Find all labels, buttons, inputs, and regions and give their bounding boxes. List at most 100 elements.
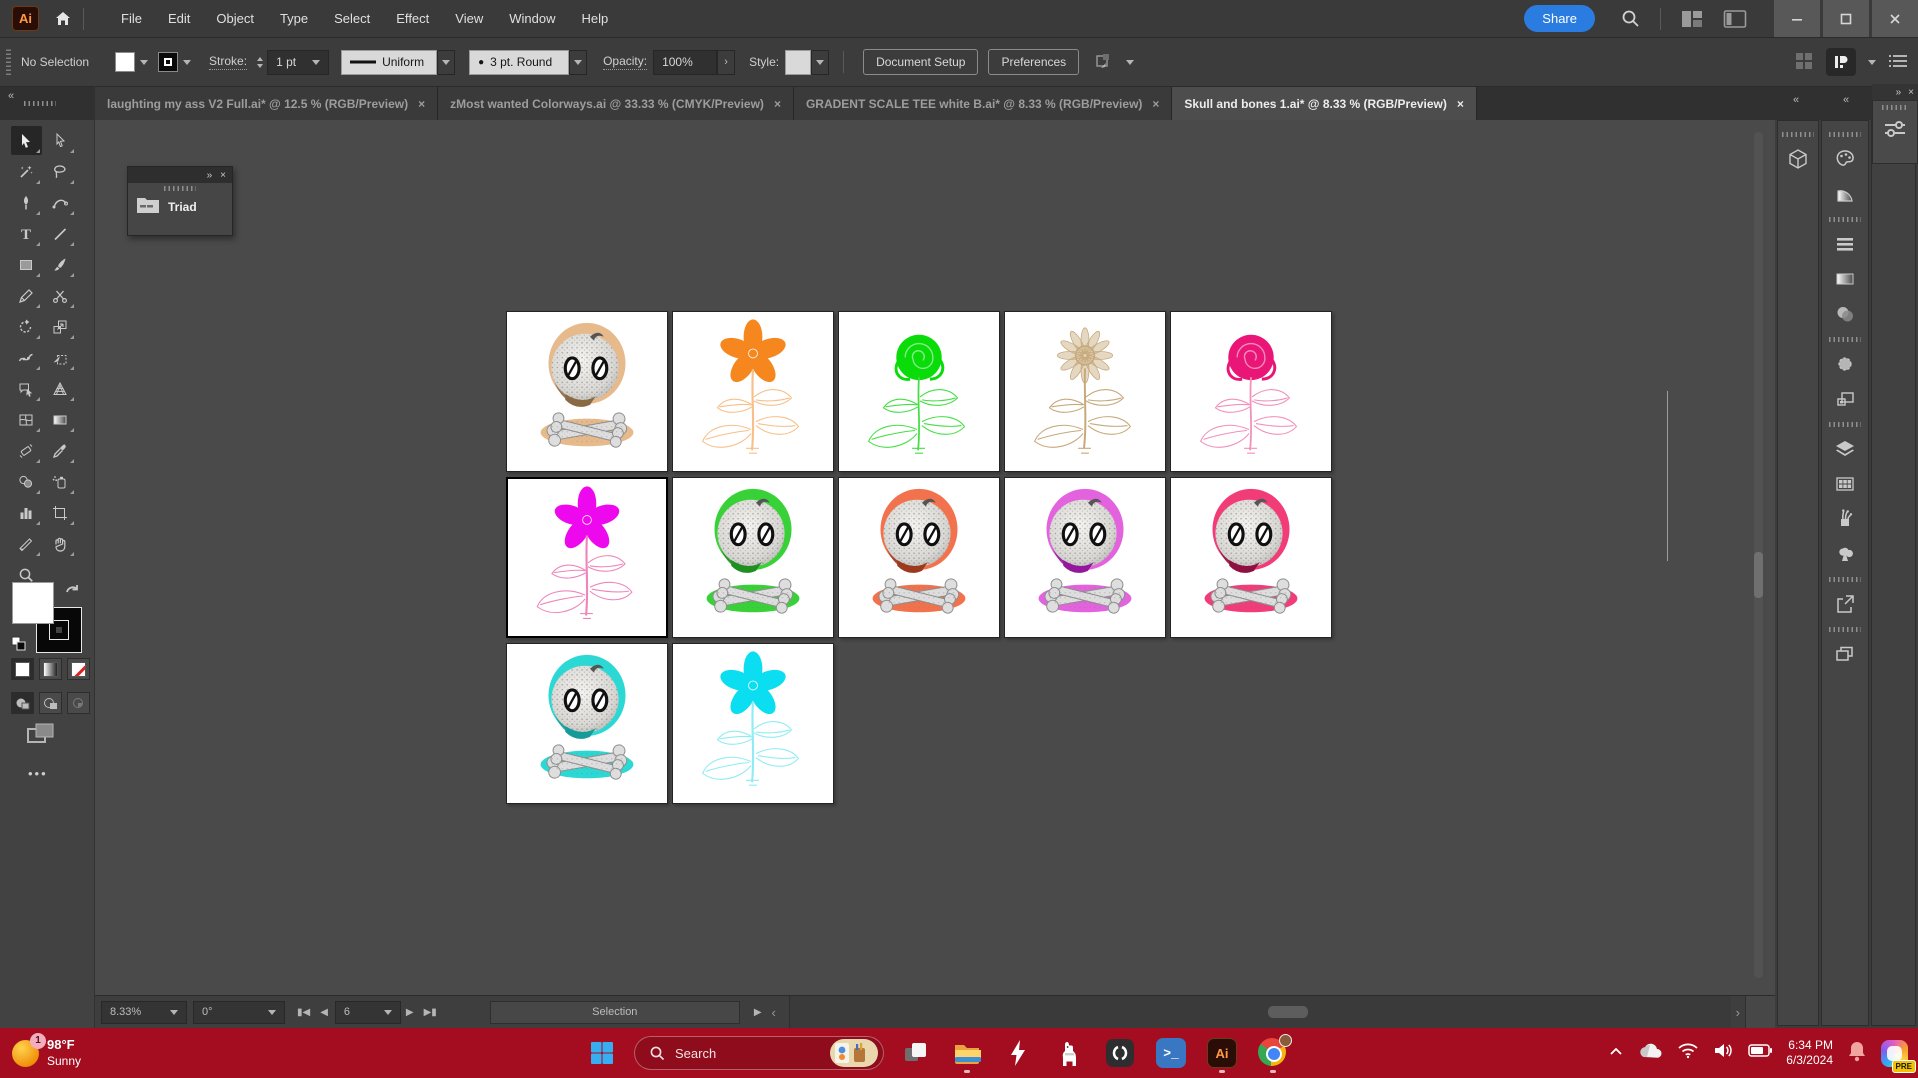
lasso-tool[interactable]: [45, 157, 76, 186]
column-graph-tool[interactable]: [11, 498, 42, 527]
grid-view-icon[interactable]: [1794, 51, 1814, 74]
tab-close-icon[interactable]: ×: [1152, 97, 1159, 111]
tab-close-icon[interactable]: ×: [774, 97, 781, 111]
artboard-9-skull[interactable]: [1004, 477, 1166, 638]
slice-tool[interactable]: [11, 529, 42, 558]
artboard-6-star-flower[interactable]: [506, 477, 668, 638]
tab-close-icon[interactable]: ×: [418, 97, 425, 111]
previous-artboard-button[interactable]: ◀: [320, 1007, 328, 1018]
illustrator-app-icon[interactable]: Ai: [1203, 1032, 1241, 1074]
gradient-mode-button[interactable]: [39, 658, 62, 680]
magic-wand-tool[interactable]: [11, 157, 42, 186]
artboard-4-sunflower[interactable]: [1004, 311, 1166, 472]
stroke-color-swatch[interactable]: [158, 52, 178, 72]
transparency-panel-icon[interactable]: [1826, 296, 1864, 331]
panel-grip[interactable]: [6, 49, 11, 75]
draw-inside-button[interactable]: [67, 692, 90, 714]
maximize-button[interactable]: [1823, 0, 1869, 37]
menu-object[interactable]: Object: [203, 0, 267, 37]
status-expand-icon[interactable]: ▶: [754, 1007, 762, 1018]
dock-grip[interactable]: [1829, 422, 1861, 427]
onedrive-icon[interactable]: [1637, 1042, 1663, 1065]
next-artboard-button[interactable]: ▶: [406, 1007, 414, 1018]
arrange-documents-icon[interactable]: [1681, 9, 1703, 29]
artboards-panel-icon[interactable]: [1826, 636, 1864, 671]
menu-list-icon[interactable]: [1888, 53, 1908, 72]
artboard-10-skull[interactable]: [1170, 477, 1332, 638]
scroll-left-arrow[interactable]: ‹: [772, 1005, 776, 1020]
llama-app-icon[interactable]: [1050, 1032, 1088, 1074]
powershell-app-icon[interactable]: >_: [1152, 1032, 1190, 1074]
color-mode-button[interactable]: [11, 658, 34, 680]
appearance-panel-icon[interactable]: [1826, 381, 1864, 416]
brush-dropdown-icon[interactable]: [569, 50, 587, 75]
draw-normal-button[interactable]: [11, 692, 34, 714]
dock-grip[interactable]: [1829, 627, 1861, 632]
document-tab-1[interactable]: laughting my ass V2 Full.ai* @ 12.5 % (R…: [95, 87, 438, 120]
scale-tool[interactable]: [45, 312, 76, 341]
line-segment-tool[interactable]: [45, 219, 76, 248]
rectangle-tool[interactable]: [11, 250, 42, 279]
opacity-field[interactable]: 100%: [653, 50, 717, 75]
dock-grip[interactable]: [1829, 577, 1861, 582]
search-highlight-art[interactable]: [830, 1039, 878, 1067]
opacity-label[interactable]: Opacity:: [603, 54, 647, 70]
menu-file[interactable]: File: [108, 0, 155, 37]
copilot-icon[interactable]: PRE: [1881, 1040, 1908, 1067]
brush-definition-dropdown[interactable]: ●3 pt. Round: [469, 50, 569, 75]
perspective-grid-tool[interactable]: [45, 374, 76, 403]
first-artboard-button[interactable]: ▮◀: [297, 1007, 310, 1018]
properties-float-panel[interactable]: » ×: [1872, 84, 1918, 168]
shaper-tool[interactable]: [11, 374, 42, 403]
paintbrush-tool[interactable]: [45, 250, 76, 279]
stroke-weight-stepper[interactable]: [253, 57, 267, 68]
tray-chevron-icon[interactable]: [1609, 1044, 1623, 1062]
symbol-sprayer-tool[interactable]: [45, 467, 76, 496]
panel-close-icon[interactable]: ×: [220, 170, 226, 181]
fill-proxy-swatch[interactable]: [12, 582, 54, 624]
profile-dropdown-icon[interactable]: [437, 50, 455, 75]
panel-grip[interactable]: [1882, 105, 1908, 110]
menu-edit[interactable]: Edit: [155, 0, 203, 37]
panel-close-icon[interactable]: ×: [1908, 87, 1914, 98]
fill-color-swatch[interactable]: [115, 52, 135, 72]
layers-panel-icon[interactable]: [1826, 431, 1864, 466]
document-tab-4[interactable]: Skull and bones 1.ai* @ 8.33 % (RGB/Prev…: [1172, 87, 1476, 120]
dock-grip[interactable]: [1782, 132, 1814, 137]
lightning-app-icon[interactable]: [999, 1032, 1037, 1074]
swatches-panel-icon[interactable]: [1826, 466, 1864, 501]
tab-close-icon[interactable]: ×: [1457, 97, 1464, 111]
artboard-1-skull[interactable]: [506, 311, 668, 472]
minimize-button[interactable]: [1774, 0, 1820, 37]
menu-effect[interactable]: Effect: [383, 0, 442, 37]
gradient-tool[interactable]: [45, 405, 76, 434]
search-box[interactable]: Search: [634, 1036, 884, 1070]
workspace-dropdown-icon[interactable]: [1868, 60, 1876, 65]
document-setup-button[interactable]: Document Setup: [863, 49, 978, 75]
panel-collapse-icon[interactable]: »: [207, 170, 213, 181]
symbols-panel-icon[interactable]: [1826, 536, 1864, 571]
panel-grip[interactable]: [164, 186, 196, 191]
color-panel-icon[interactable]: [1826, 141, 1864, 176]
dock-collapse-icon[interactable]: «: [1793, 94, 1799, 106]
wifi-icon[interactable]: [1677, 1042, 1699, 1064]
start-button[interactable]: [583, 1032, 621, 1074]
artboard-tool[interactable]: [45, 498, 76, 527]
last-artboard-button[interactable]: ▶▮: [424, 1007, 437, 1018]
curvature-tool[interactable]: [45, 188, 76, 217]
rotate-tool[interactable]: [11, 312, 42, 341]
stroke-profile-dropdown[interactable]: Uniform: [341, 50, 437, 75]
eyedropper-tool[interactable]: [45, 436, 76, 465]
artboard-8-skull[interactable]: [838, 477, 1000, 638]
workspace-icon[interactable]: [1826, 48, 1856, 76]
color-guide-panel-icon[interactable]: [1826, 176, 1864, 211]
stroke-label[interactable]: Stroke:: [209, 54, 247, 70]
illustrator-logo-icon[interactable]: Ai: [12, 6, 39, 31]
clock[interactable]: 6:34 PM 6/3/2024: [1786, 1038, 1833, 1068]
properties-panel-icon[interactable]: [1882, 116, 1908, 147]
dock-collapse-icon-2[interactable]: «: [1843, 94, 1849, 106]
chrome-app-icon[interactable]: [1254, 1032, 1292, 1074]
stroke-panel-icon[interactable]: [1826, 226, 1864, 261]
canvas[interactable]: » × Triad: [95, 120, 1775, 995]
artboard-3-rose[interactable]: [838, 311, 1000, 472]
